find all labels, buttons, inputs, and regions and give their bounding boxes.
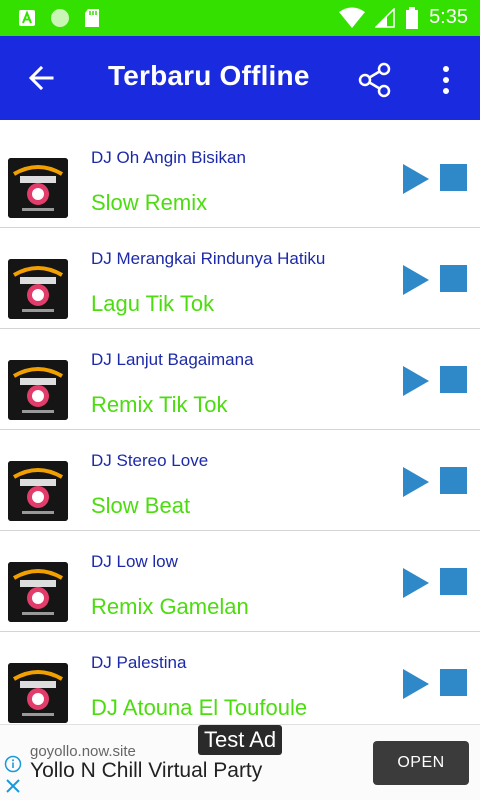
stop-icon[interactable] <box>440 467 467 494</box>
open-button[interactable]: OPEN <box>373 741 469 785</box>
page-title: Terbaru Offline <box>108 60 310 91</box>
song-title: DJ Palestina <box>91 653 187 672</box>
signal-icon <box>375 7 395 28</box>
stop-icon[interactable] <box>440 669 467 696</box>
status-bar: 5:35 <box>0 0 480 36</box>
song-title: DJ Merangkai Rindunya Hatiku <box>91 249 326 268</box>
stop-icon[interactable] <box>440 568 467 595</box>
play-icon[interactable] <box>402 264 430 296</box>
album-art-image <box>8 562 68 622</box>
song-title: DJ Lanjut Bagaimana <box>91 350 254 369</box>
play-icon[interactable] <box>402 163 430 195</box>
album-art-image <box>8 360 68 420</box>
list-item[interactable]: DJ Oh Angin Bisikan Slow Remix <box>0 120 480 228</box>
song-subtitle: Lagu Tik Tok <box>91 291 215 316</box>
song-subtitle: Remix Gamelan <box>91 594 249 619</box>
ad-headline[interactable]: Yollo N Chill Virtual Party <box>30 759 262 783</box>
ad-label: Test Ad <box>198 725 283 755</box>
play-icon[interactable] <box>402 668 430 700</box>
circle-notification-icon <box>51 9 69 27</box>
album-art-image <box>8 259 68 319</box>
play-icon[interactable] <box>402 466 430 498</box>
app-bar: Terbaru Offline <box>0 36 480 120</box>
album-art-image <box>8 461 68 521</box>
song-subtitle: DJ Atouna El Toufoule <box>91 695 308 720</box>
app-notification-icon <box>19 10 35 26</box>
back-arrow-icon[interactable] <box>22 58 62 98</box>
stop-icon[interactable] <box>440 164 467 191</box>
list-item[interactable]: DJ Lanjut Bagaimana Remix Tik Tok <box>0 329 480 430</box>
list-item[interactable]: DJ Palestina DJ Atouna El Toufoule <box>0 632 480 724</box>
song-list: DJ Oh Angin Bisikan Slow Remix DJ Merang… <box>0 120 480 724</box>
stop-icon[interactable] <box>440 366 467 393</box>
sd-card-icon <box>85 9 99 27</box>
stop-icon[interactable] <box>440 265 467 292</box>
overflow-menu-icon[interactable] <box>432 62 460 98</box>
close-icon[interactable] <box>4 777 22 795</box>
info-icon[interactable] <box>4 755 22 773</box>
list-item[interactable]: DJ Stereo Love Slow Beat <box>0 430 480 531</box>
battery-icon <box>406 6 419 29</box>
system-icons: 5:35 <box>339 6 468 29</box>
wifi-icon <box>339 7 366 28</box>
song-title: DJ Stereo Love <box>91 451 209 470</box>
clock: 5:35 <box>429 6 468 28</box>
notification-icons <box>18 8 100 28</box>
ad-domain: goyollo.now.site <box>30 743 136 760</box>
list-item[interactable]: DJ Merangkai Rindunya Hatiku Lagu Tik To… <box>0 228 480 329</box>
list-item[interactable]: DJ Low low Remix Gamelan <box>0 531 480 632</box>
album-art-image <box>8 663 68 723</box>
song-subtitle: Slow Remix <box>91 190 208 215</box>
song-subtitle: Remix Tik Tok <box>91 392 228 417</box>
song-title: DJ Oh Angin Bisikan <box>91 148 246 167</box>
ad-banner[interactable]: Test Ad goyollo.now.site Yollo N Chill V… <box>0 724 480 800</box>
share-icon[interactable] <box>355 60 395 100</box>
album-art-image <box>8 158 68 218</box>
song-subtitle: Slow Beat <box>91 493 191 518</box>
play-icon[interactable] <box>402 365 430 397</box>
play-icon[interactable] <box>402 567 430 599</box>
song-title: DJ Low low <box>91 552 178 571</box>
